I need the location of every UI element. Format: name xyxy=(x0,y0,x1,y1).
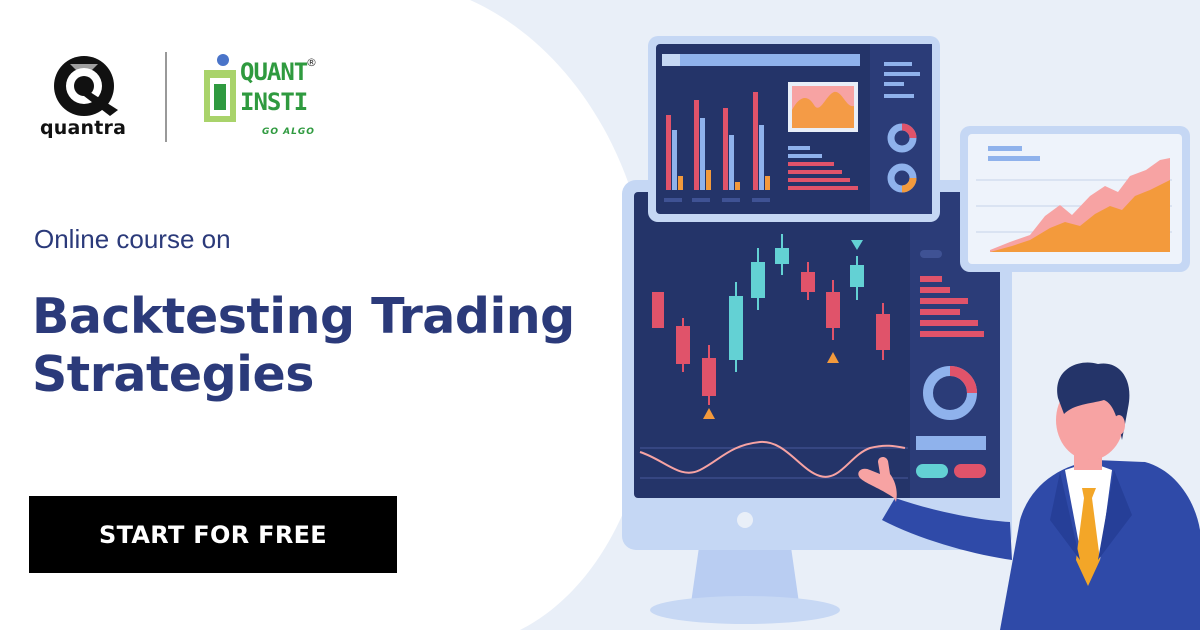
candle xyxy=(676,326,690,364)
candle xyxy=(876,314,890,350)
candle xyxy=(801,272,815,292)
bar-chart-window xyxy=(648,36,940,222)
start-for-free-button[interactable]: START FOR FREE xyxy=(29,496,397,573)
candle xyxy=(850,265,864,287)
candle xyxy=(826,292,840,328)
area-chart-window xyxy=(960,126,1190,272)
candle xyxy=(652,292,664,328)
candle xyxy=(702,358,716,396)
candle xyxy=(729,296,743,360)
monitor-illustration xyxy=(622,180,1012,550)
candle xyxy=(775,248,789,264)
candle xyxy=(751,262,765,298)
